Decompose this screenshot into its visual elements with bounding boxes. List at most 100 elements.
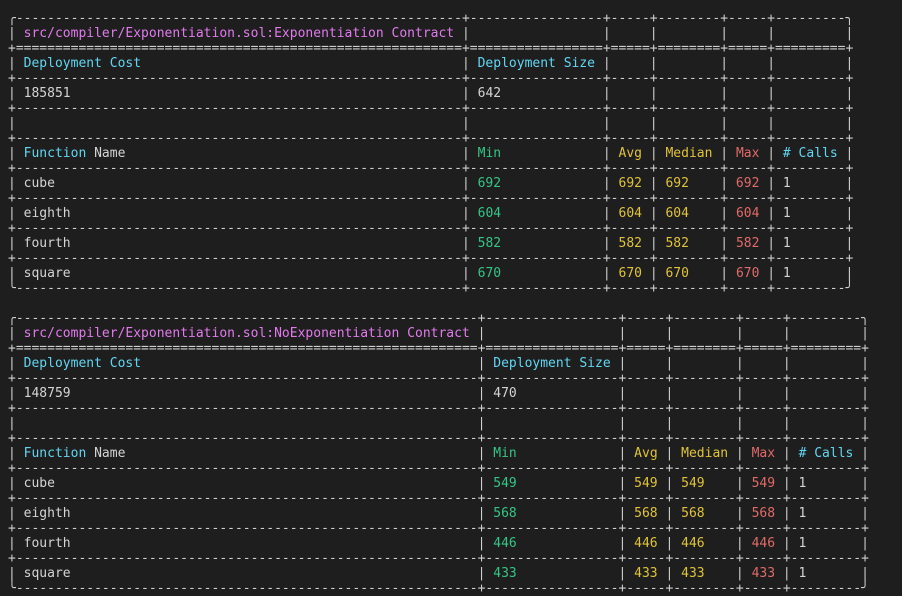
deployment-size-value: 470 bbox=[493, 386, 517, 401]
name-header: Name bbox=[94, 446, 126, 461]
min-header: Min bbox=[493, 446, 517, 461]
min-value: 670 bbox=[477, 266, 502, 281]
deployment-cost-header: Deployment Cost bbox=[23, 356, 142, 371]
function-row: | square | 670 | 670 | 670 | 670 | 1 | bbox=[8, 266, 854, 281]
avg-value: 582 bbox=[618, 236, 642, 251]
max-value: 604 bbox=[735, 206, 760, 221]
calls-value: 1 bbox=[782, 266, 791, 281]
avg-value: 604 bbox=[618, 206, 642, 221]
median-header: Median bbox=[681, 446, 729, 461]
min-value: 692 bbox=[477, 176, 502, 191]
avg-value: 446 bbox=[634, 536, 658, 551]
empty-row: | | | | | | | bbox=[8, 116, 854, 131]
median-header: Median bbox=[665, 146, 713, 161]
median-value: 568 bbox=[681, 506, 705, 521]
function-row: | cube | 549 | 549 | 549 | 549 | 1 | bbox=[8, 476, 869, 491]
max-value: 692 bbox=[735, 176, 760, 191]
row-separator: +---------------------------------------… bbox=[8, 371, 869, 386]
avg-value: 670 bbox=[618, 266, 642, 281]
deployment-values-row: | 185851 | 642 | | | | | bbox=[8, 86, 854, 101]
min-header: Min bbox=[477, 146, 502, 161]
deployment-cost-value: 185851 bbox=[23, 86, 71, 101]
function-name: square bbox=[23, 566, 71, 581]
title-row: | src/compiler/Exponentiation.sol:Expone… bbox=[8, 26, 854, 41]
avg-header: Avg bbox=[618, 146, 642, 161]
median-value: 670 bbox=[665, 266, 689, 281]
deployment-header-row: | Deployment Cost | Deployment Size | | … bbox=[8, 56, 854, 71]
max-value: 433 bbox=[751, 566, 776, 581]
calls-value: 1 bbox=[782, 206, 791, 221]
deployment-size-value: 642 bbox=[477, 86, 502, 101]
deployment-size-header: Deployment Size bbox=[477, 56, 596, 71]
max-header: Max bbox=[751, 446, 776, 461]
median-value: 433 bbox=[681, 566, 705, 581]
function-header: Function bbox=[23, 146, 87, 161]
row-separator: +---------------------------------------… bbox=[8, 221, 854, 236]
median-value: 446 bbox=[681, 536, 705, 551]
median-value: 582 bbox=[665, 236, 689, 251]
deployment-header-row: | Deployment Cost | Deployment Size | | … bbox=[8, 356, 869, 371]
function-name: cube bbox=[23, 476, 55, 491]
max-value: 582 bbox=[735, 236, 760, 251]
row-separator: +---------------------------------------… bbox=[8, 431, 869, 446]
function-name: fourth bbox=[23, 236, 71, 251]
function-row: | fourth | 446 | 446 | 446 | 446 | 1 | bbox=[8, 536, 869, 551]
row-separator: +---------------------------------------… bbox=[8, 191, 854, 206]
calls-value: 1 bbox=[782, 236, 791, 251]
table-top-border: ╭---------------------------------------… bbox=[8, 11, 854, 26]
min-value: 446 bbox=[493, 536, 517, 551]
function-name: cube bbox=[23, 176, 55, 191]
row-separator: +---------------------------------------… bbox=[8, 401, 869, 416]
function-header-row: | Function Name | Min | Avg | Median | M… bbox=[8, 446, 870, 461]
function-header: Function bbox=[23, 446, 87, 461]
max-value: 446 bbox=[751, 536, 776, 551]
row-separator: +---------------------------------------… bbox=[8, 551, 869, 566]
function-name: square bbox=[23, 266, 71, 281]
title-separator: +=======================================… bbox=[8, 41, 854, 56]
contract-title: src/compiler/Exponentiation.sol:NoExpone… bbox=[23, 326, 470, 341]
function-row: | eighth | 568 | 568 | 568 | 568 | 1 | bbox=[8, 506, 869, 521]
median-value: 692 bbox=[665, 176, 689, 191]
function-row: | cube | 692 | 692 | 692 | 692 | 1 | bbox=[8, 176, 854, 191]
function-header-row: | Function Name | Min | Avg | Median | M… bbox=[8, 146, 854, 161]
table-bottom-border: ╰---------------------------------------… bbox=[8, 281, 854, 296]
deployment-cost-value: 148759 bbox=[23, 386, 71, 401]
max-value: 549 bbox=[751, 476, 776, 491]
min-value: 549 bbox=[493, 476, 517, 491]
row-separator: +---------------------------------------… bbox=[8, 491, 869, 506]
avg-header: Avg bbox=[634, 446, 658, 461]
table-top-border: ╭---------------------------------------… bbox=[8, 311, 869, 326]
avg-value: 549 bbox=[634, 476, 658, 491]
function-name: fourth bbox=[23, 536, 71, 551]
row-separator: +---------------------------------------… bbox=[8, 521, 869, 536]
max-value: 670 bbox=[735, 266, 760, 281]
median-value: 549 bbox=[681, 476, 705, 491]
row-separator: +---------------------------------------… bbox=[8, 71, 854, 86]
min-value: 568 bbox=[493, 506, 517, 521]
title-separator: +=======================================… bbox=[8, 341, 869, 356]
table-bottom-border: ╰---------------------------------------… bbox=[8, 581, 869, 596]
min-value: 582 bbox=[477, 236, 502, 251]
function-row: | fourth | 582 | 582 | 582 | 582 | 1 | bbox=[8, 236, 854, 251]
row-separator: +---------------------------------------… bbox=[8, 161, 854, 176]
row-separator: +---------------------------------------… bbox=[8, 251, 854, 266]
title-row: | src/compiler/Exponentiation.sol:NoExpo… bbox=[8, 326, 869, 341]
avg-value: 568 bbox=[634, 506, 658, 521]
row-separator: +---------------------------------------… bbox=[8, 131, 854, 146]
max-header: Max bbox=[735, 146, 760, 161]
calls-header: # Calls bbox=[782, 146, 838, 161]
calls-header: # Calls bbox=[798, 446, 854, 461]
min-value: 433 bbox=[493, 566, 517, 581]
deployment-values-row: | 148759 | 470 | | | | | bbox=[8, 386, 869, 401]
calls-value: 1 bbox=[782, 176, 791, 191]
function-name: eighth bbox=[23, 206, 71, 221]
min-value: 604 bbox=[477, 206, 502, 221]
max-value: 568 bbox=[751, 506, 776, 521]
deployment-cost-header: Deployment Cost bbox=[23, 56, 142, 71]
function-row: | square | 433 | 433 | 433 | 433 | 1 | bbox=[8, 566, 869, 581]
avg-value: 692 bbox=[618, 176, 642, 191]
function-row: | eighth | 604 | 604 | 604 | 604 | 1 | bbox=[8, 206, 854, 221]
contract-title: src/compiler/Exponentiation.sol:Exponent… bbox=[23, 26, 455, 41]
row-separator: +---------------------------------------… bbox=[8, 101, 854, 116]
median-value: 604 bbox=[665, 206, 689, 221]
